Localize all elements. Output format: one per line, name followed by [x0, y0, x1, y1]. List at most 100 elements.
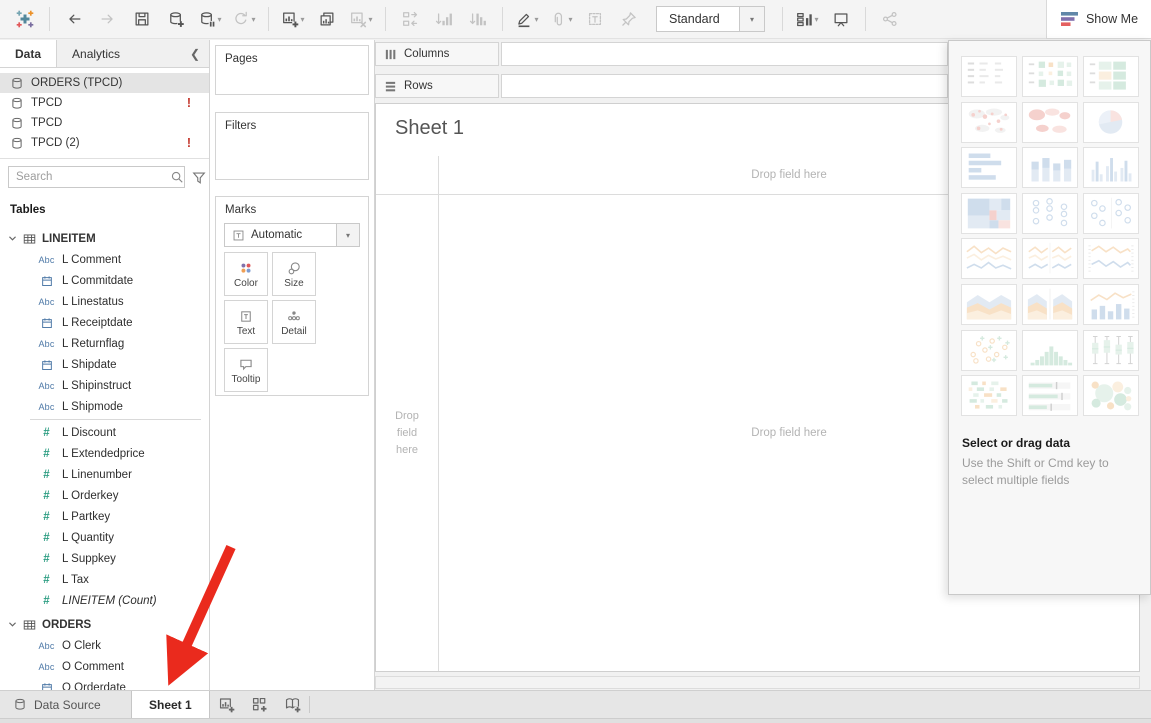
field-item[interactable]: #L Partkey	[0, 506, 209, 527]
redo-button[interactable]	[94, 5, 122, 33]
pages-shelf[interactable]: Pages	[215, 45, 369, 95]
chevron-down-icon[interactable]	[8, 621, 17, 628]
pause-auto-updates-button[interactable]: ▾	[196, 5, 224, 33]
table-header-lineitem[interactable]: LINEITEM	[0, 228, 209, 249]
field-item[interactable]: AbcL Linestatus	[0, 291, 209, 312]
field-item[interactable]: #LINEITEM (Count)	[0, 590, 209, 611]
presentation-mode-button[interactable]	[827, 5, 855, 33]
field-item[interactable]: AbcL Shipmode	[0, 396, 209, 417]
table-header-orders[interactable]: ORDERS	[0, 614, 209, 635]
tab-analytics[interactable]: Analytics	[57, 40, 135, 67]
sheet-tab-sheet1[interactable]: Sheet 1	[131, 691, 210, 718]
color-button[interactable]: Color	[224, 252, 268, 296]
swap-rows-columns-button[interactable]	[396, 5, 424, 33]
field-item[interactable]: #L Linenumber	[0, 464, 209, 485]
showme-area-discrete[interactable]	[1022, 284, 1078, 325]
data-source-tab[interactable]: Data Source	[0, 691, 131, 718]
new-dashboard-button[interactable]	[243, 691, 276, 718]
datasource-item[interactable]: TPCD!	[0, 93, 209, 113]
showme-lines-discrete[interactable]	[1022, 238, 1078, 279]
showme-stacked-bars[interactable]	[1022, 147, 1078, 188]
showme-highlight-table[interactable]	[1083, 56, 1139, 97]
showme-dual-combination[interactable]	[1083, 284, 1139, 325]
collapse-pane-button[interactable]: ❮︎	[190, 40, 209, 67]
field-item[interactable]: AbcL Shipinstruct	[0, 375, 209, 396]
showme-lines-continuous[interactable]	[961, 238, 1017, 279]
size-button[interactable]: Size	[272, 252, 316, 296]
new-data-source-button[interactable]	[162, 5, 190, 33]
sort-descending-button[interactable]	[464, 5, 492, 33]
group-members-button[interactable]: ▾	[547, 5, 575, 33]
field-item[interactable]: #L Extendedprice	[0, 443, 209, 464]
save-button[interactable]	[128, 5, 156, 33]
field-item[interactable]: AbcO Clerk	[0, 635, 209, 656]
field-item[interactable]: AbcL Returnflag	[0, 333, 209, 354]
showme-circle-views[interactable]	[1022, 193, 1078, 234]
showme-pie-chart[interactable]	[1083, 102, 1139, 143]
showme-histogram[interactable]	[1022, 330, 1078, 371]
datasource-item[interactable]: TPCD	[0, 113, 209, 133]
string-field-icon: Abc	[36, 662, 57, 672]
filters-shelf[interactable]: Filters	[215, 112, 369, 180]
field-item[interactable]: #L Quantity	[0, 527, 209, 548]
drop-zone-rows[interactable]: Drop field here	[382, 195, 432, 671]
showme-packed-bubbles[interactable]	[1083, 375, 1139, 416]
horizontal-scrollbar[interactable]	[375, 676, 1140, 689]
showme-bullet-graph[interactable]	[1022, 375, 1078, 416]
showme-symbol-map[interactable]	[961, 102, 1017, 143]
show-me-button[interactable]: Show Me	[1046, 0, 1151, 39]
field-item[interactable]: L Shipdate	[0, 354, 209, 375]
field-item[interactable]: AbcO Comment	[0, 656, 209, 677]
showme-side-by-side-circles[interactable]	[1083, 193, 1139, 234]
field-item[interactable]: L Receiptdate	[0, 312, 209, 333]
showme-horizontal-bars[interactable]	[961, 147, 1017, 188]
mark-type-select[interactable]: Automatic ▾	[224, 223, 360, 247]
detail-button[interactable]: Detail	[272, 300, 316, 344]
rows-drop-area[interactable]	[501, 74, 948, 98]
show-mark-labels-button[interactable]	[581, 5, 609, 33]
field-item[interactable]: #L Tax	[0, 569, 209, 590]
mark-type-caret-icon[interactable]: ▾	[336, 224, 359, 246]
datasource-item[interactable]: ORDERS (TPCD)	[0, 73, 209, 93]
filter-fields-icon[interactable]	[191, 170, 207, 185]
showme-area-continuous[interactable]	[961, 284, 1017, 325]
share-button[interactable]	[876, 5, 904, 33]
fit-mode-select[interactable]: Standard▾	[656, 6, 765, 32]
highlight-button[interactable]: ▾	[513, 5, 541, 33]
field-item[interactable]: O Orderdate	[0, 677, 209, 690]
chevron-down-icon[interactable]	[8, 235, 17, 242]
showme-box-and-whisker[interactable]	[1083, 330, 1139, 371]
showme-treemap[interactable]	[961, 193, 1017, 234]
field-item[interactable]: AbcL Comment	[0, 249, 209, 270]
field-item[interactable]: #L Orderkey	[0, 485, 209, 506]
clear-sheet-button[interactable]: ▾	[347, 5, 375, 33]
sort-ascending-button[interactable]	[430, 5, 458, 33]
showme-heat-map[interactable]	[1022, 56, 1078, 97]
showme-scatter-plot[interactable]	[961, 330, 1017, 371]
tab-data[interactable]: Data	[0, 40, 57, 67]
search-input-box[interactable]	[8, 166, 185, 188]
show-hide-cards-button[interactable]: ▾	[793, 5, 821, 33]
datasource-item[interactable]: TPCD (2)!	[0, 133, 209, 153]
search-input[interactable]	[9, 171, 170, 183]
field-item[interactable]: L Commitdate	[0, 270, 209, 291]
fit-mode-caret-icon[interactable]: ▾	[739, 7, 764, 31]
showme-filled-map[interactable]	[1022, 102, 1078, 143]
showme-text-table[interactable]	[961, 56, 1017, 97]
tableau-logo-button[interactable]	[11, 5, 39, 33]
new-story-button[interactable]	[276, 691, 309, 718]
showme-side-by-side-bars[interactable]	[1083, 147, 1139, 188]
undo-button[interactable]	[60, 5, 88, 33]
run-auto-updates-button[interactable]: ▾	[230, 5, 258, 33]
fix-axes-button[interactable]	[615, 5, 643, 33]
text-button[interactable]: Text	[224, 300, 268, 344]
columns-drop-area[interactable]	[501, 42, 948, 66]
showme-dual-lines[interactable]	[1083, 238, 1139, 279]
tooltip-button[interactable]: Tooltip	[224, 348, 268, 392]
field-item[interactable]: #L Suppkey	[0, 548, 209, 569]
duplicate-button[interactable]	[313, 5, 341, 33]
field-item[interactable]: #L Discount	[0, 422, 209, 443]
new-worksheet-tab-button[interactable]	[210, 691, 243, 718]
showme-gantt[interactable]	[961, 375, 1017, 416]
new-worksheet-button[interactable]: ▾	[279, 5, 307, 33]
